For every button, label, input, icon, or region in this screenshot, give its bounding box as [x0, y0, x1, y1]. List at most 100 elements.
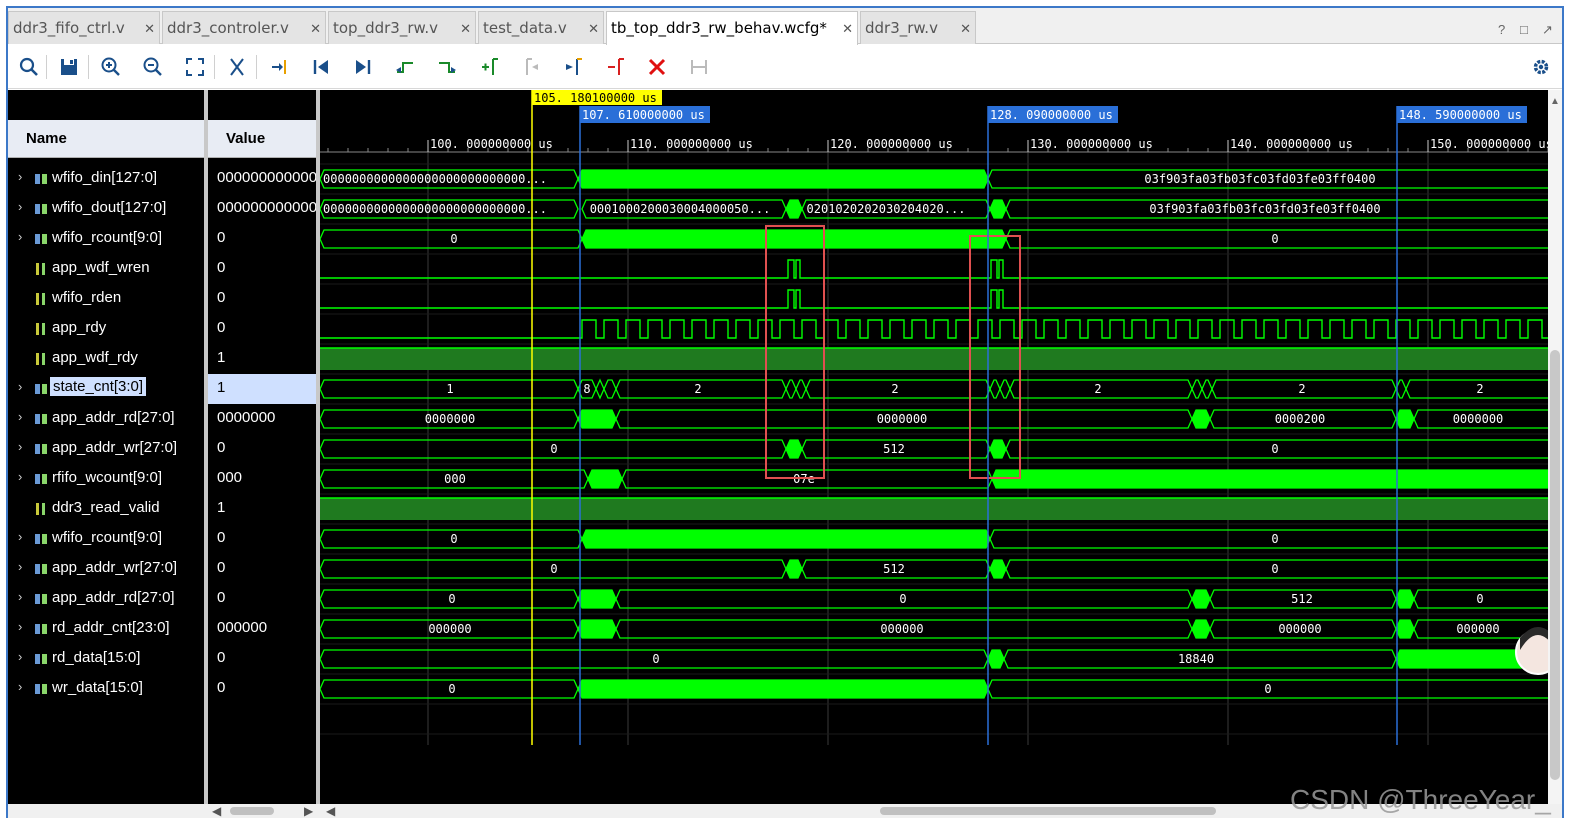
- signal-row[interactable]: app_rdy: [8, 314, 204, 344]
- signal-value[interactable]: 0: [208, 674, 316, 704]
- tab-ddr3-controler[interactable]: ddr3_controler.v ✕: [162, 11, 326, 44]
- signal-row[interactable]: › wfifo_rcount[9:0]: [8, 524, 204, 554]
- signal-value-text: 1: [217, 499, 226, 516]
- add-marker-icon[interactable]: [476, 54, 502, 80]
- next-marker-icon[interactable]: [560, 54, 586, 80]
- waveform-canvas[interactable]: 100. 000000000 us 110. 000000000 us 120. 0…: [320, 90, 1562, 816]
- chevron-right-icon[interactable]: ›: [18, 649, 22, 664]
- signal-value[interactable]: 000000000000000: [208, 164, 316, 194]
- next-transition-icon[interactable]: [434, 54, 460, 80]
- signal-value-text: 1: [217, 379, 226, 396]
- close-icon[interactable]: ✕: [310, 22, 321, 37]
- swap-cursors-icon[interactable]: [602, 54, 628, 80]
- zoom-fit-icon[interactable]: [182, 54, 208, 80]
- wave-scroll-thumb[interactable]: [880, 807, 1216, 815]
- signal-value[interactable]: 1: [208, 374, 316, 404]
- chevron-right-icon[interactable]: ›: [18, 439, 22, 454]
- signal-row[interactable]: wfifo_rden: [8, 284, 204, 314]
- tab-top-ddr3-rw[interactable]: top_ddr3_rw.v ✕: [328, 11, 476, 44]
- tab-ddr3-fifo-ctrl[interactable]: ddr3_fifo_ctrl.v ✕: [8, 11, 160, 44]
- scroll-up-icon[interactable]: ▲: [1550, 96, 1560, 107]
- zoom-in-icon[interactable]: [98, 54, 124, 80]
- scroll-right-icon[interactable]: ▶: [304, 804, 313, 818]
- signal-value[interactable]: 0: [208, 644, 316, 674]
- bus-value-label: 0000000: [425, 412, 476, 426]
- value-column-header[interactable]: Value: [208, 120, 316, 158]
- signal-value[interactable]: 000000: [208, 614, 316, 644]
- tick-label: 140. 000000000 us: [1230, 137, 1353, 151]
- search-icon[interactable]: [16, 54, 42, 80]
- signal-row[interactable]: › app_addr_wr[27:0]: [8, 554, 204, 584]
- wave-scroll-left-icon[interactable]: ◀: [326, 804, 335, 818]
- close-icon[interactable]: ✕: [842, 22, 853, 37]
- save-icon[interactable]: [56, 54, 82, 80]
- bus-segment: [989, 439, 1007, 459]
- snap-to-transition-icon[interactable]: [686, 54, 712, 80]
- delete-icon[interactable]: [644, 54, 670, 80]
- signal-row[interactable]: › wr_data[15:0]: [8, 674, 204, 704]
- chevron-right-icon[interactable]: ›: [18, 409, 22, 424]
- go-to-time-zero-icon[interactable]: [308, 54, 334, 80]
- signal-value[interactable]: 0: [208, 554, 316, 584]
- tab-ddr3-rw[interactable]: ddr3_rw.v ✕: [860, 11, 976, 44]
- signal-value[interactable]: 0: [208, 434, 316, 464]
- close-icon[interactable]: ✕: [460, 22, 471, 37]
- previous-marker-icon[interactable]: [518, 54, 544, 80]
- tab-test-data[interactable]: test_data.v ✕: [478, 11, 604, 44]
- chevron-right-icon[interactable]: ›: [18, 229, 22, 244]
- chevron-right-icon[interactable]: ›: [18, 619, 22, 634]
- close-icon[interactable]: ✕: [144, 22, 155, 37]
- name-column-header[interactable]: Name: [8, 120, 204, 158]
- close-icon[interactable]: ✕: [960, 22, 971, 37]
- signal-row[interactable]: › wfifo_dout[127:0]: [8, 194, 204, 224]
- chevron-right-icon[interactable]: ›: [18, 199, 22, 214]
- cut-icon[interactable]: [224, 54, 250, 80]
- signal-row[interactable]: › app_addr_rd[27:0]: [8, 404, 204, 434]
- signal-row[interactable]: › rd_addr_cnt[23:0]: [8, 614, 204, 644]
- bus-signal-icon: [35, 234, 47, 244]
- signal-row[interactable]: › rd_data[15:0]: [8, 644, 204, 674]
- signal-row[interactable]: app_wdf_rdy: [8, 344, 204, 374]
- signal-value[interactable]: 0000000: [208, 404, 316, 434]
- close-icon[interactable]: ✕: [588, 22, 599, 37]
- value-scroll-thumb[interactable]: [230, 807, 274, 815]
- chevron-right-icon[interactable]: ›: [18, 469, 22, 484]
- signal-value[interactable]: 0: [208, 314, 316, 344]
- zoom-out-icon[interactable]: [140, 54, 166, 80]
- signal-row[interactable]: › wfifo_rcount[9:0]: [8, 224, 204, 254]
- bus-value-label: 0201020202030204020...: [807, 202, 966, 216]
- signal-value[interactable]: 0: [208, 284, 316, 314]
- signal-value[interactable]: 1: [208, 494, 316, 524]
- scroll-left-icon[interactable]: ◀: [212, 804, 221, 818]
- chevron-right-icon[interactable]: ›: [18, 169, 22, 184]
- help-icon[interactable]: ?: [1498, 22, 1505, 37]
- signal-value[interactable]: 1: [208, 344, 316, 374]
- signal-value[interactable]: 0: [208, 224, 316, 254]
- gear-icon[interactable]: [1528, 54, 1554, 80]
- go-to-last-time-icon[interactable]: [350, 54, 376, 80]
- signal-value[interactable]: 000000000000000: [208, 194, 316, 224]
- signal-row[interactable]: › state_cnt[3:0]: [8, 374, 204, 404]
- restore-icon[interactable]: □: [1520, 22, 1528, 37]
- signal-row[interactable]: app_wdf_wren: [8, 254, 204, 284]
- chevron-right-icon[interactable]: ›: [18, 679, 22, 694]
- signal-value[interactable]: 0: [208, 524, 316, 554]
- chevron-right-icon[interactable]: ›: [18, 589, 22, 604]
- signal-row[interactable]: › wfifo_din[127:0]: [8, 164, 204, 194]
- signal-value[interactable]: 0: [208, 254, 316, 284]
- scrollbar-thumb[interactable]: [1550, 350, 1560, 780]
- signal-row[interactable]: › app_addr_wr[27:0]: [8, 434, 204, 464]
- previous-transition-icon[interactable]: [392, 54, 418, 80]
- signal-value[interactable]: 0: [208, 584, 316, 614]
- float-icon[interactable]: ↗: [1542, 22, 1553, 38]
- chevron-right-icon[interactable]: ›: [18, 529, 22, 544]
- signal-row[interactable]: › rfifo_wcount[9:0]: [8, 464, 204, 494]
- signal-value[interactable]: 000: [208, 464, 316, 494]
- go-to-cursor-icon[interactable]: [266, 54, 292, 80]
- vertical-scrollbar[interactable]: ▲: [1548, 90, 1562, 804]
- signal-row[interactable]: › app_addr_rd[27:0]: [8, 584, 204, 614]
- tab-tb-top-ddr3-rw-behav[interactable]: tb_top_ddr3_rw_behav.wcfg* ✕: [606, 11, 858, 45]
- signal-row[interactable]: ddr3_read_valid: [8, 494, 204, 524]
- chevron-right-icon[interactable]: ›: [18, 379, 22, 394]
- chevron-right-icon[interactable]: ›: [18, 559, 22, 574]
